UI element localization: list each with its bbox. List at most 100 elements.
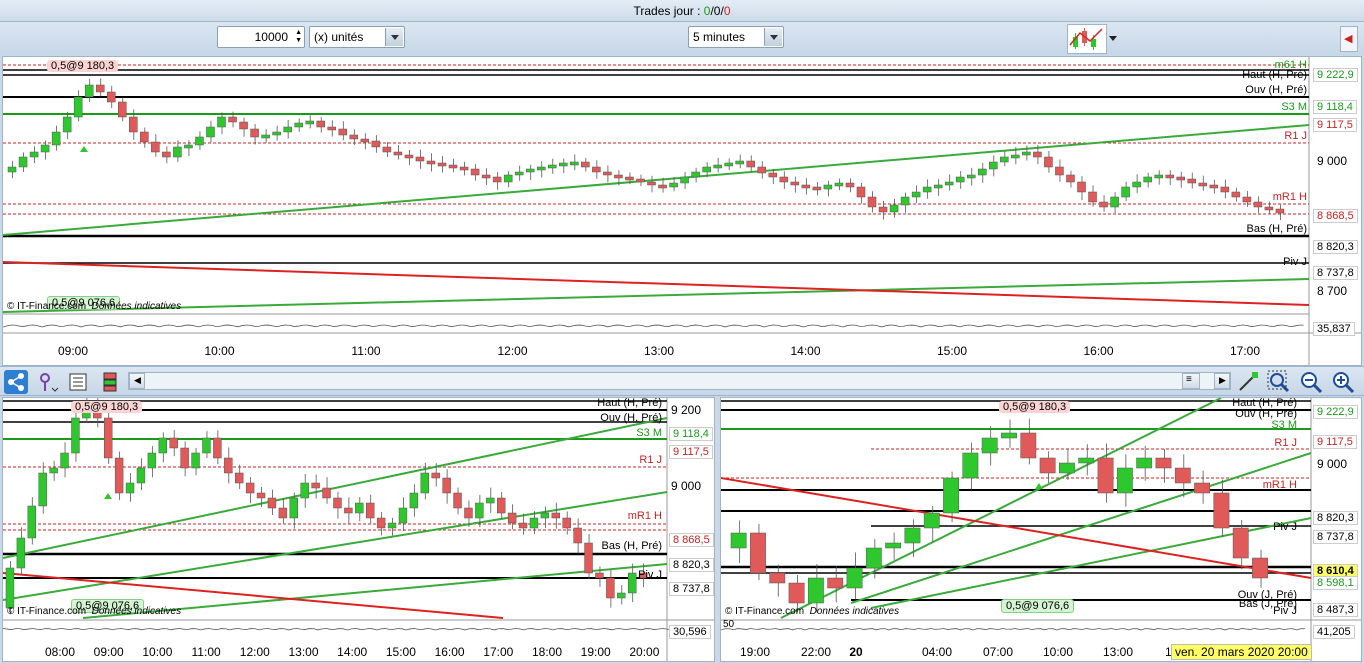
- candle: [779, 176, 789, 183]
- candle: [628, 572, 637, 594]
- candle: [750, 532, 766, 574]
- main-chart-panel[interactable]: 0,5@9 180,3 0,5@9 076,6 © IT-Finance.com…: [2, 56, 1362, 366]
- scroll-right-button[interactable]: ▶: [1214, 373, 1230, 389]
- indicator-value: 35,837: [1313, 322, 1355, 336]
- candle: [376, 517, 386, 529]
- candle: [1078, 457, 1095, 464]
- candle: [184, 144, 193, 149]
- unit-select[interactable]: (x) unités: [309, 26, 405, 48]
- order-tag-bottom[interactable]: 0,5@9 076,6: [1001, 599, 1075, 613]
- candle: [1020, 432, 1037, 459]
- panel-collapse-button[interactable]: ◀: [1340, 26, 1358, 52]
- candle: [1154, 174, 1163, 179]
- indicator-scale: 50: [723, 619, 735, 630]
- candle: [158, 437, 167, 454]
- trades-loss-count: 0: [723, 4, 731, 18]
- candle: [118, 101, 127, 118]
- candle: [294, 122, 303, 128]
- candle: [151, 141, 160, 153]
- candle: [415, 156, 425, 162]
- left-chart-panel[interactable]: 0,5@9 180,3 0,5@9 076,6 © IT-Finance.com…: [2, 397, 715, 662]
- candle: [206, 126, 215, 138]
- candle: [453, 492, 462, 509]
- candle: [1110, 196, 1119, 208]
- zoom-in-icon[interactable]: [1331, 370, 1355, 394]
- layout-icon[interactable]: [98, 370, 122, 394]
- drawing-tool-icon[interactable]: [36, 370, 60, 394]
- candle: [827, 577, 844, 589]
- title-bar: Trades jour : 0/0/0: [0, 0, 1364, 22]
- right-chart-panel[interactable]: 0,5@9 180,3 0,5@9 076,6 © IT-Finance.com…: [720, 397, 1362, 662]
- candle: [1011, 154, 1020, 159]
- candle: [1253, 201, 1263, 208]
- watermark: © IT-Finance.com Données indicatives: [7, 301, 181, 312]
- scroll-left-button[interactable]: ◀: [129, 373, 145, 389]
- candle: [409, 492, 419, 509]
- candle: [1066, 174, 1075, 183]
- candle: [371, 140, 381, 148]
- candle: [404, 154, 414, 159]
- candle: [845, 182, 855, 188]
- candle: [691, 171, 700, 178]
- chart-type-button[interactable]: [1067, 24, 1107, 54]
- x-tick-label: 17:00: [1229, 344, 1261, 358]
- x-tick-label: 18:00: [531, 645, 563, 659]
- share-icon[interactable]: [4, 370, 28, 394]
- stepper-arrows-icon[interactable]: ▲ ▼: [295, 29, 302, 45]
- chart-toolbar: ◀ ≡ ▶: [0, 366, 1364, 396]
- price-box: 8 868,5: [669, 533, 714, 547]
- candle: [338, 128, 348, 136]
- order-tag-top[interactable]: 0,5@9 180,3: [999, 401, 1071, 413]
- level-label: R1 J: [639, 454, 662, 466]
- zoom-area-icon[interactable]: [1267, 370, 1291, 394]
- candle: [518, 522, 528, 529]
- candle: [1000, 156, 1009, 163]
- y-tick-label: 9 000: [1317, 154, 1348, 168]
- scroll-thumb[interactable]: ≡: [1182, 373, 1200, 389]
- candle: [1194, 482, 1211, 494]
- candle: [933, 184, 943, 189]
- price-box: 9 118,4: [1313, 100, 1357, 114]
- candle: [492, 176, 502, 183]
- timeframe-select[interactable]: 5 minutes: [688, 26, 784, 48]
- candle: [349, 134, 359, 140]
- quantity-stepper[interactable]: 10000 ▲ ▼: [217, 26, 305, 48]
- candle: [470, 168, 480, 176]
- candle: [1033, 151, 1042, 158]
- indicators-icon[interactable]: [66, 370, 90, 394]
- timeframe-value: 5 minutes: [693, 30, 746, 44]
- candle: [746, 160, 755, 168]
- main-chart-canvas[interactable]: [3, 57, 1362, 366]
- left-chart-canvas[interactable]: [3, 398, 715, 662]
- order-tag-top[interactable]: 0,5@9 180,3: [47, 60, 119, 72]
- candle: [559, 162, 568, 167]
- candle: [658, 184, 667, 189]
- candle: [387, 522, 397, 529]
- candle: [426, 160, 436, 165]
- x-tick-label: 15:00: [385, 645, 416, 659]
- right-chart-canvas[interactable]: [721, 398, 1362, 662]
- level-label: Bas (H, Pré): [1246, 223, 1307, 235]
- candle: [29, 151, 39, 158]
- candle: [647, 181, 656, 186]
- candle: [962, 452, 979, 479]
- price-box: 9 118,4: [669, 427, 713, 441]
- candle: [788, 582, 805, 604]
- order-tag-top[interactable]: 0,5@9 180,3: [71, 401, 143, 413]
- chevron-down-icon[interactable]: [764, 28, 782, 46]
- price-box: 8 737,8: [1313, 530, 1358, 544]
- candle: [481, 174, 491, 179]
- candle: [562, 517, 571, 529]
- zoom-out-icon[interactable]: [1299, 370, 1323, 394]
- candle: [256, 492, 266, 499]
- candle: [769, 572, 786, 584]
- chevron-down-icon[interactable]: [385, 28, 403, 46]
- chart-type-chevron-icon[interactable]: [1109, 36, 1117, 41]
- candle: [812, 186, 822, 191]
- candle: [95, 84, 105, 93]
- crosshair-tool-icon[interactable]: [1236, 370, 1260, 394]
- candle: [173, 146, 182, 158]
- chart-scrollbar[interactable]: ◀ ≡ ▶: [128, 372, 1231, 390]
- x-tick-label: 16:00: [434, 645, 465, 659]
- order-toolbar: 10000 ▲ ▼ (x) unités 5 minutes ◀: [0, 22, 1364, 55]
